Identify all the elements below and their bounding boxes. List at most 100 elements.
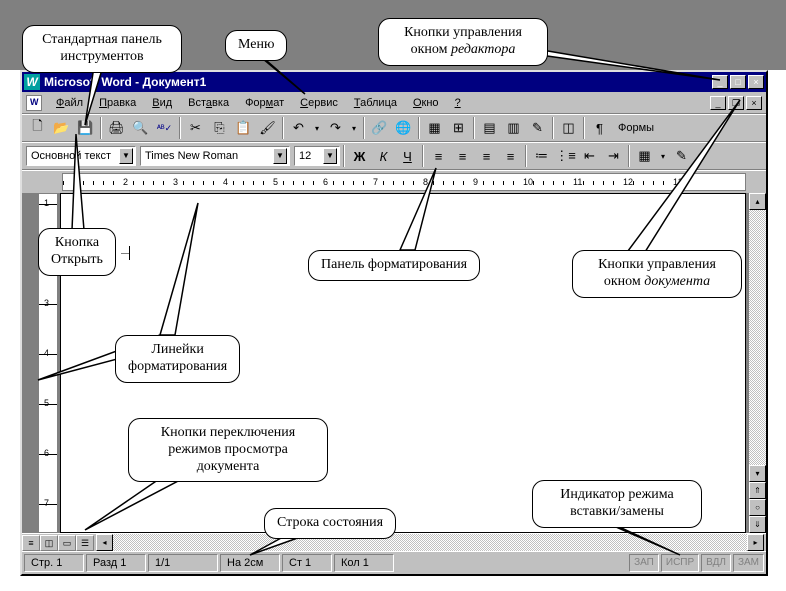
callout-standard-toolbar: Стандартная панельинструментов <box>22 25 182 73</box>
indicator-ext: ВДЛ <box>701 554 731 572</box>
open-icon[interactable]: 📂 <box>50 117 73 139</box>
chevron-down-icon[interactable]: ▼ <box>119 148 133 164</box>
doc-minimize-button[interactable]: _ <box>710 96 726 110</box>
minimize-button[interactable]: _ <box>712 75 728 89</box>
callout-insert-indicator: Индикатор режимавставки/замены <box>532 480 702 528</box>
columns-icon[interactable]: ▥ <box>502 117 525 139</box>
tables-borders-icon[interactable]: ▦ <box>423 117 446 139</box>
normal-view-button[interactable]: ≡ <box>22 535 40 551</box>
bold-button[interactable]: Ж <box>348 145 371 167</box>
menubar: Файл Правка Вид Вставка Формат Сервис Та… <box>22 92 766 114</box>
scroll-down-button[interactable]: ▾ <box>749 465 766 482</box>
size-combo[interactable]: 12▼ <box>294 146 340 166</box>
page-view-button[interactable]: ▭ <box>58 535 76 551</box>
menu-window[interactable]: Окно <box>405 95 447 111</box>
scroll-left-button[interactable]: ◂ <box>96 534 113 551</box>
highlight-icon[interactable]: ✎ <box>670 145 693 167</box>
increase-indent-icon[interactable]: ⇥ <box>602 145 625 167</box>
document-map-icon[interactable]: ◫ <box>557 117 580 139</box>
callout-formatting-panel: Панель форматирования <box>308 250 480 281</box>
callout-editor-controls: Кнопки управленияокном редактора <box>378 18 548 66</box>
statusbar: Стр. 1 Разд 1 1/1 На 2см Ст 1 Кол 1 ЗАП … <box>22 551 766 573</box>
paste-icon[interactable]: 📋 <box>232 117 255 139</box>
align-right-icon[interactable]: ≡ <box>475 145 498 167</box>
formatting-toolbar: Основной текст▼ Times New Roman▼ 12▼ Ж К… <box>22 142 766 170</box>
scroll-track[interactable] <box>749 210 766 465</box>
menu-tools[interactable]: Сервис <box>292 95 346 111</box>
hyperlink-icon[interactable]: 🔗 <box>368 117 391 139</box>
horizontal-scrollbar: ◂ ▸ <box>96 534 764 551</box>
status-col: Кол 1 <box>334 554 394 572</box>
close-button[interactable]: × <box>748 75 764 89</box>
borders-icon[interactable]: ▦ <box>633 145 656 167</box>
forms-label: Формы <box>612 122 660 134</box>
menu-help[interactable]: ? <box>447 95 469 111</box>
next-page-button[interactable]: ⇓ <box>749 516 766 533</box>
document-icon[interactable] <box>26 95 42 111</box>
menu-table[interactable]: Таблица <box>346 95 405 111</box>
bulleted-list-icon[interactable]: ⋮≡ <box>554 145 577 167</box>
cut-icon[interactable]: ✂ <box>184 117 207 139</box>
align-center-icon[interactable]: ≡ <box>451 145 474 167</box>
horizontal-ruler-area: 12345678910111213 <box>22 170 766 193</box>
vertical-scrollbar: ▴ ▾ ⇑ ○ ⇓ <box>748 193 766 533</box>
numbered-list-icon[interactable]: ≔ <box>530 145 553 167</box>
style-combo[interactable]: Основной текст▼ <box>26 146 136 166</box>
document-window-controls: _ ❐ × <box>710 96 762 110</box>
scroll-up-button[interactable]: ▴ <box>749 193 766 210</box>
maximize-button[interactable]: □ <box>730 75 746 89</box>
underline-button[interactable]: Ч <box>396 145 419 167</box>
status-line: Ст 1 <box>282 554 332 572</box>
menu-file[interactable]: Файл <box>48 95 91 111</box>
menu-insert[interactable]: Вставка <box>180 95 237 111</box>
undo-icon[interactable]: ↶ <box>287 117 310 139</box>
doc-close-button[interactable]: × <box>746 96 762 110</box>
print-preview-icon[interactable]: 🔍 <box>129 117 152 139</box>
editor-window-controls: _ □ × <box>712 75 764 89</box>
decrease-indent-icon[interactable]: ⇤ <box>578 145 601 167</box>
insert-table-icon[interactable]: ⊞ <box>447 117 470 139</box>
copy-icon[interactable]: ⎘ <box>208 117 231 139</box>
justify-icon[interactable]: ≡ <box>499 145 522 167</box>
indicator-rec: ЗАП <box>629 554 659 572</box>
format-painter-icon[interactable]: 🖌 <box>256 117 279 139</box>
print-icon[interactable]: 🖨 <box>105 117 128 139</box>
save-icon[interactable]: 💾 <box>74 117 97 139</box>
horizontal-ruler[interactable]: 12345678910111213 <box>62 173 746 191</box>
highlight-dropdown[interactable]: ▾ <box>694 145 706 167</box>
scroll-right-button[interactable]: ▸ <box>747 534 764 551</box>
window-title: Microsoft Word - Документ1 <box>44 75 712 89</box>
redo-icon[interactable]: ↷ <box>324 117 347 139</box>
callout-view-buttons: Кнопки переключениярежимов просмотрадоку… <box>128 418 328 482</box>
menu-edit[interactable]: Правка <box>91 95 144 111</box>
undo-dropdown-icon[interactable]: ▾ <box>311 117 323 139</box>
spellcheck-icon[interactable]: ᴬᴮ✓ <box>153 117 176 139</box>
font-combo[interactable]: Times New Roman▼ <box>140 146 290 166</box>
doc-restore-button[interactable]: ❐ <box>728 96 744 110</box>
borders-dropdown[interactable]: ▾ <box>657 145 669 167</box>
browse-object-button[interactable]: ○ <box>749 499 766 516</box>
drawing-icon[interactable]: ✎ <box>526 117 549 139</box>
text-cursor <box>129 246 130 260</box>
chevron-down-icon[interactable]: ▼ <box>323 148 337 164</box>
callout-rulers: Линейкиформатирования <box>115 335 240 383</box>
menu-format[interactable]: Формат <box>237 95 292 111</box>
titlebar: W Microsoft Word - Документ1 _ □ × <box>22 72 766 92</box>
redo-dropdown-icon[interactable]: ▾ <box>348 117 360 139</box>
new-icon[interactable]: 🗋 <box>26 117 49 139</box>
web-toolbar-icon[interactable]: 🌐 <box>392 117 415 139</box>
show-hide-icon[interactable]: ¶ <box>588 117 611 139</box>
indicator-trk: ИСПР <box>661 554 699 572</box>
italic-button[interactable]: К <box>372 145 395 167</box>
callout-open-button: КнопкаОткрыть <box>38 228 116 276</box>
web-view-button[interactable]: ◫ <box>40 535 58 551</box>
prev-page-button[interactable]: ⇑ <box>749 482 766 499</box>
chevron-down-icon[interactable]: ▼ <box>273 148 287 164</box>
excel-icon[interactable]: ▤ <box>478 117 501 139</box>
hscroll-track[interactable] <box>113 534 747 551</box>
outline-view-button[interactable]: ☰ <box>76 535 94 551</box>
callout-statusbar: Строка состояния <box>264 508 396 539</box>
status-at: На 2см <box>220 554 280 572</box>
align-left-icon[interactable]: ≡ <box>427 145 450 167</box>
menu-view[interactable]: Вид <box>144 95 180 111</box>
